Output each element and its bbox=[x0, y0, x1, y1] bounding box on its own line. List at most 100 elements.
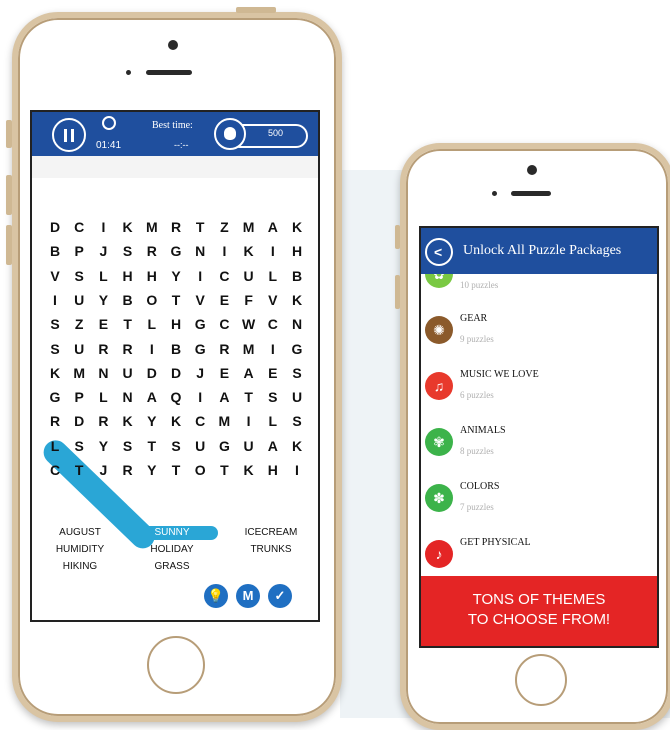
grid-cell[interactable]: M bbox=[237, 338, 261, 360]
grid-cell[interactable]: I bbox=[237, 410, 261, 432]
grid-cell[interactable]: Y bbox=[91, 435, 115, 457]
grid-cell[interactable]: H bbox=[116, 265, 140, 287]
grid-cell[interactable]: Z bbox=[67, 313, 91, 335]
grid-cell[interactable]: S bbox=[285, 410, 309, 432]
grid-cell[interactable]: R bbox=[164, 216, 188, 238]
grid-cell[interactable]: E bbox=[91, 313, 115, 335]
grid-cell[interactable]: B bbox=[116, 289, 140, 311]
grid-cell[interactable]: K bbox=[237, 240, 261, 262]
grid-cell[interactable]: K bbox=[285, 435, 309, 457]
grid-cell[interactable]: G bbox=[212, 435, 236, 457]
grid-cell[interactable]: N bbox=[91, 362, 115, 384]
grid-cell[interactable]: B bbox=[285, 265, 309, 287]
grid-cell[interactable]: S bbox=[43, 338, 67, 360]
grid-cell[interactable]: R bbox=[140, 240, 164, 262]
grid-cell[interactable]: D bbox=[140, 362, 164, 384]
grid-cell[interactable]: G bbox=[164, 240, 188, 262]
grid-cell[interactable]: K bbox=[43, 362, 67, 384]
grid-cell[interactable]: M bbox=[237, 216, 261, 238]
grid-cell[interactable]: T bbox=[116, 313, 140, 335]
grid-cell[interactable]: S bbox=[261, 386, 285, 408]
grid-cell[interactable]: L bbox=[91, 386, 115, 408]
grid-cell[interactable]: U bbox=[67, 289, 91, 311]
grid-cell[interactable]: T bbox=[67, 459, 91, 481]
package-row[interactable]: ✺ GEAR 9 puzzles bbox=[421, 302, 657, 359]
grid-cell[interactable]: I bbox=[261, 338, 285, 360]
grid-cell[interactable]: H bbox=[164, 313, 188, 335]
grid-cell[interactable]: Y bbox=[91, 289, 115, 311]
grid-cell[interactable]: S bbox=[67, 265, 91, 287]
grid-cell[interactable]: B bbox=[43, 240, 67, 262]
grid-cell[interactable]: E bbox=[212, 362, 236, 384]
check-icon[interactable]: ✓ bbox=[268, 584, 292, 608]
grid-cell[interactable]: A bbox=[212, 386, 236, 408]
grid-cell[interactable]: U bbox=[237, 265, 261, 287]
grid-cell[interactable]: C bbox=[43, 459, 67, 481]
grid-cell[interactable]: H bbox=[140, 265, 164, 287]
grid-cell[interactable]: U bbox=[188, 435, 212, 457]
pause-button[interactable] bbox=[52, 118, 86, 152]
grid-cell[interactable]: R bbox=[212, 338, 236, 360]
grid-cell[interactable]: U bbox=[67, 338, 91, 360]
grid-cell[interactable]: C bbox=[212, 265, 236, 287]
grid-cell[interactable]: W bbox=[237, 313, 261, 335]
grid-cell[interactable]: V bbox=[43, 265, 67, 287]
grid-cell[interactable]: B bbox=[164, 338, 188, 360]
grid-cell[interactable]: K bbox=[116, 410, 140, 432]
grid-cell[interactable]: K bbox=[164, 410, 188, 432]
grid-cell[interactable]: I bbox=[91, 216, 115, 238]
grid-cell[interactable]: I bbox=[261, 240, 285, 262]
grid-cell[interactable]: N bbox=[116, 386, 140, 408]
grid-cell[interactable]: J bbox=[188, 362, 212, 384]
grid-cell[interactable]: U bbox=[237, 435, 261, 457]
grid-cell[interactable]: J bbox=[91, 240, 115, 262]
grid-cell[interactable]: E bbox=[261, 362, 285, 384]
grid-cell[interactable]: S bbox=[285, 362, 309, 384]
package-row[interactable]: ✽ COLORS 7 puzzles bbox=[421, 470, 657, 527]
grid-cell[interactable]: D bbox=[43, 216, 67, 238]
grid-cell[interactable]: D bbox=[164, 362, 188, 384]
promo-banner[interactable]: TONS OF THEMES TO CHOOSE FROM! bbox=[421, 576, 657, 646]
grid-cell[interactable]: L bbox=[43, 435, 67, 457]
grid-cell[interactable]: I bbox=[188, 386, 212, 408]
grid-cell[interactable]: T bbox=[237, 386, 261, 408]
grid-cell[interactable]: S bbox=[67, 435, 91, 457]
grid-cell[interactable]: J bbox=[91, 459, 115, 481]
grid-cell[interactable]: L bbox=[91, 265, 115, 287]
grid-cell[interactable]: S bbox=[116, 435, 140, 457]
grid-cell[interactable]: G bbox=[188, 338, 212, 360]
grid-cell[interactable]: R bbox=[116, 459, 140, 481]
grid-cell[interactable]: S bbox=[116, 240, 140, 262]
grid-cell[interactable]: R bbox=[91, 410, 115, 432]
grid-cell[interactable]: O bbox=[140, 289, 164, 311]
grid-cell[interactable]: K bbox=[116, 216, 140, 238]
grid-cell[interactable]: Y bbox=[140, 410, 164, 432]
grid-cell[interactable]: C bbox=[261, 313, 285, 335]
grid-cell[interactable]: Z bbox=[212, 216, 236, 238]
grid-cell[interactable]: T bbox=[212, 459, 236, 481]
grid-cell[interactable]: G bbox=[188, 313, 212, 335]
grid-cell[interactable]: H bbox=[285, 240, 309, 262]
grid-cell[interactable]: C bbox=[212, 313, 236, 335]
grid-cell[interactable]: T bbox=[164, 459, 188, 481]
home-button-2[interactable] bbox=[515, 654, 567, 706]
grid-cell[interactable]: N bbox=[285, 313, 309, 335]
grid-cell[interactable]: A bbox=[140, 386, 164, 408]
grid-cell[interactable]: I bbox=[212, 240, 236, 262]
grid-cell[interactable]: R bbox=[116, 338, 140, 360]
grid-cell[interactable]: R bbox=[91, 338, 115, 360]
grid-cell[interactable]: R bbox=[43, 410, 67, 432]
grid-cell[interactable]: D bbox=[67, 410, 91, 432]
grid-cell[interactable]: A bbox=[261, 216, 285, 238]
grid-cell[interactable]: N bbox=[188, 240, 212, 262]
package-row[interactable]: ♫ MUSIC WE LOVE 6 puzzles bbox=[421, 358, 657, 415]
home-button[interactable] bbox=[147, 636, 205, 694]
grid-cell[interactable]: K bbox=[285, 289, 309, 311]
grid-cell[interactable]: K bbox=[237, 459, 261, 481]
grid-cell[interactable]: L bbox=[140, 313, 164, 335]
grid-cell[interactable]: Q bbox=[164, 386, 188, 408]
grid-cell[interactable]: F bbox=[237, 289, 261, 311]
grid-cell[interactable]: I bbox=[140, 338, 164, 360]
grid-cell[interactable]: M bbox=[67, 362, 91, 384]
grid-cell[interactable]: V bbox=[261, 289, 285, 311]
